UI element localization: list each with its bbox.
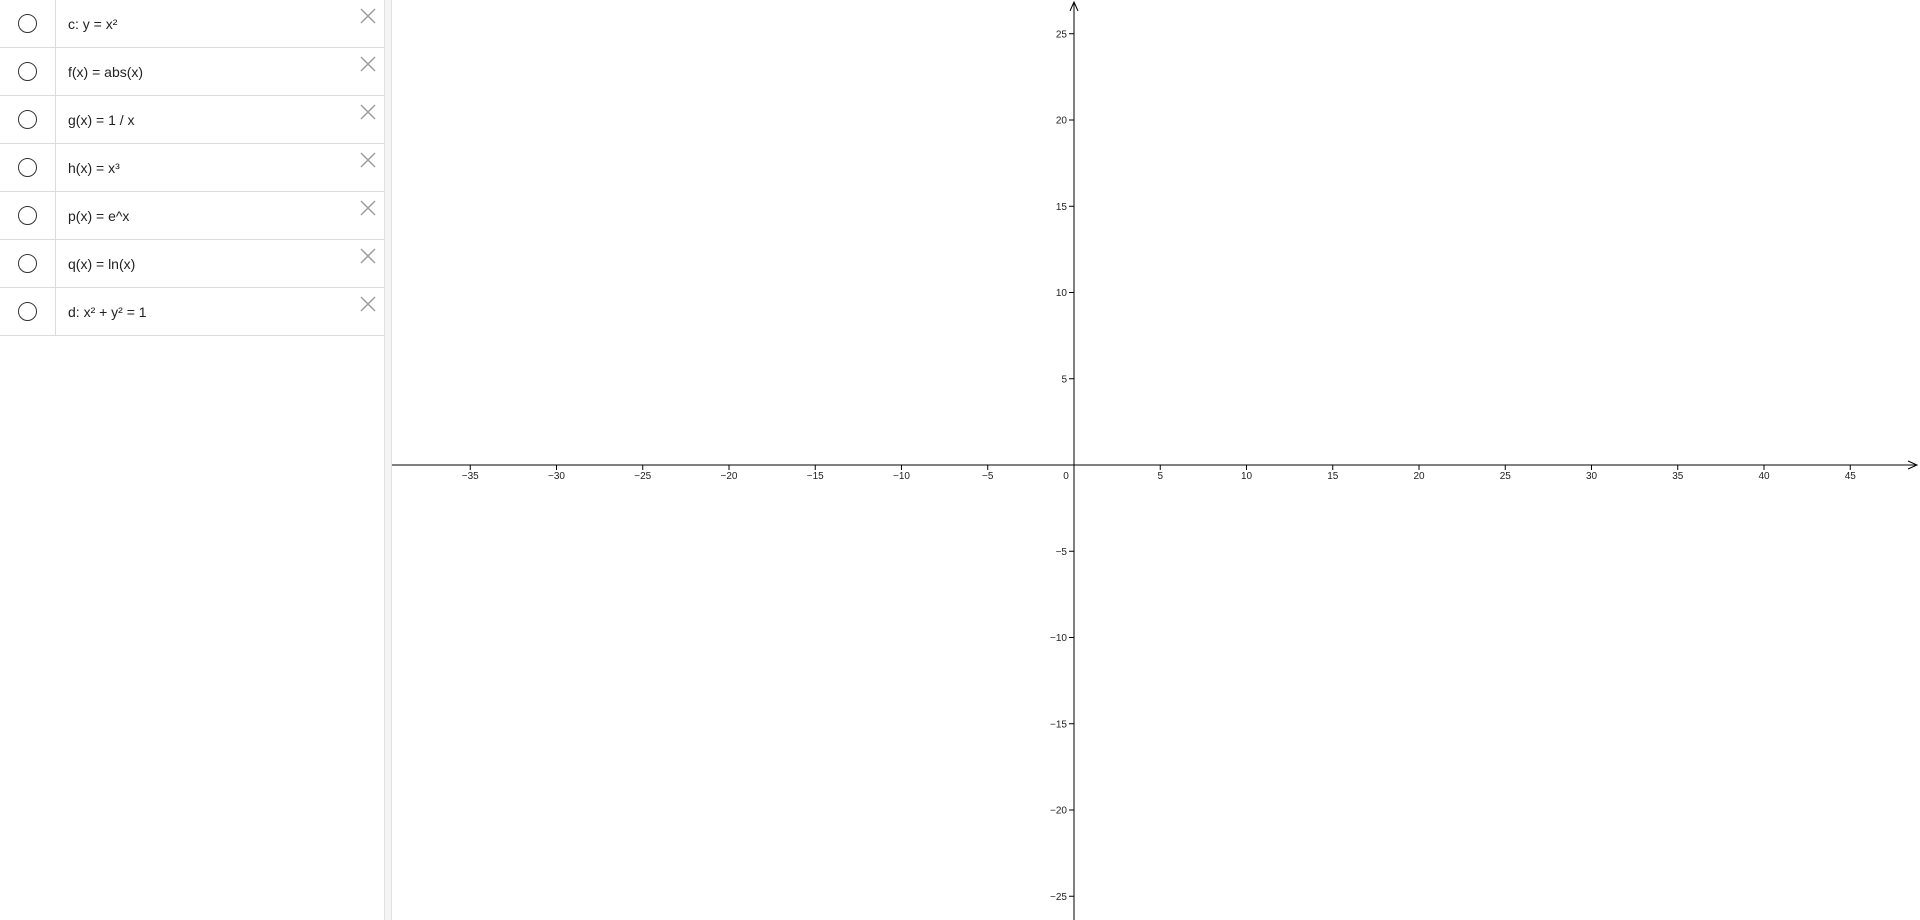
x-tick-label: 5 (1157, 471, 1163, 482)
visibility-toggle-cell (0, 240, 56, 287)
x-tick-label: 15 (1327, 471, 1339, 482)
x-axis-ticks: −35 −30 −25 −20 −15 −10 −5 0 5 10 15 20 25 30 35 40 45 (462, 465, 1856, 482)
expression-c[interactable]: c: y = x² (56, 16, 384, 32)
delete-icon[interactable] (356, 148, 380, 172)
expression-q[interactable]: q(x) = ln(x) (56, 256, 384, 272)
algebra-item-h[interactable]: h(x) = x³ (0, 144, 384, 192)
y-tick-label: 25 (1056, 29, 1068, 40)
delete-icon[interactable] (356, 52, 380, 76)
visibility-toggle-f[interactable] (18, 62, 37, 81)
x-tick-label: −25 (634, 471, 651, 482)
visibility-toggle-q[interactable] (18, 254, 37, 273)
y-tick-label: −25 (1050, 892, 1067, 903)
view-splitter[interactable] (384, 0, 392, 920)
expression-g[interactable]: g(x) = 1 / x (56, 112, 384, 128)
graphics-view[interactable]: −35 −30 −25 −20 −15 −10 −5 0 5 10 15 20 25 30 35 40 45 2… (392, 0, 1920, 920)
x-tick-label: 30 (1586, 471, 1598, 482)
x-tick-label: 35 (1672, 471, 1684, 482)
delete-icon[interactable] (356, 196, 380, 220)
y-tick-label: 10 (1056, 288, 1068, 299)
x-tick-label: 10 (1241, 471, 1253, 482)
visibility-toggle-cell (0, 288, 56, 335)
x-tick-label: 25 (1500, 471, 1512, 482)
x-tick-label: −35 (462, 471, 479, 482)
graphics-canvas[interactable]: −35 −30 −25 −20 −15 −10 −5 0 5 10 15 20 25 30 35 40 45 2… (392, 0, 1920, 920)
delete-icon[interactable] (356, 292, 380, 316)
visibility-toggle-c[interactable] (18, 14, 37, 33)
visibility-toggle-cell (0, 96, 56, 143)
delete-icon[interactable] (356, 244, 380, 268)
y-tick-label: 15 (1056, 202, 1068, 213)
x-tick-label: −10 (893, 471, 910, 482)
visibility-toggle-h[interactable] (18, 158, 37, 177)
y-tick-label: −5 (1056, 547, 1068, 558)
algebra-item-c[interactable]: c: y = x² (0, 0, 384, 48)
expression-f[interactable]: f(x) = abs(x) (56, 64, 384, 80)
visibility-toggle-d[interactable] (18, 302, 37, 321)
delete-icon[interactable] (356, 100, 380, 124)
y-tick-label: 20 (1056, 116, 1068, 127)
y-tick-label: −10 (1050, 633, 1067, 644)
visibility-toggle-cell (0, 48, 56, 95)
x-tick-label: −15 (807, 471, 824, 482)
axes (392, 0, 1919, 920)
algebra-view: c: y = x² f(x) = abs(x) g(x) = 1 / x h(x… (0, 0, 384, 920)
visibility-toggle-g[interactable] (18, 110, 37, 129)
algebra-item-f[interactable]: f(x) = abs(x) (0, 48, 384, 96)
visibility-toggle-cell (0, 0, 56, 47)
y-tick-label: 5 (1061, 374, 1067, 385)
algebra-item-d[interactable]: d: x² + y² = 1 (0, 288, 384, 336)
algebra-item-g[interactable]: g(x) = 1 / x (0, 96, 384, 144)
visibility-toggle-p[interactable] (18, 206, 37, 225)
expression-d[interactable]: d: x² + y² = 1 (56, 304, 384, 320)
x-tick-label: −30 (548, 471, 565, 482)
algebra-item-q[interactable]: q(x) = ln(x) (0, 240, 384, 288)
geogebra-app: c: y = x² f(x) = abs(x) g(x) = 1 / x h(x… (0, 0, 1920, 920)
expression-p[interactable]: p(x) = e^x (56, 208, 384, 224)
visibility-toggle-cell (0, 144, 56, 191)
y-axis-ticks: 25 20 15 10 5 −5 −10 −15 −20 −25 (1050, 29, 1074, 903)
delete-icon[interactable] (356, 4, 380, 28)
x-tick-label: 45 (1845, 471, 1857, 482)
y-tick-label: −20 (1050, 806, 1067, 817)
x-tick-label: 20 (1413, 471, 1425, 482)
x-tick-label: −5 (982, 471, 994, 482)
x-tick-label: 40 (1758, 471, 1770, 482)
expression-h[interactable]: h(x) = x³ (56, 160, 384, 176)
x-tick-label: 0 (1063, 471, 1069, 482)
y-tick-label: −15 (1050, 719, 1067, 730)
algebra-item-p[interactable]: p(x) = e^x (0, 192, 384, 240)
x-tick-label: −20 (721, 471, 738, 482)
visibility-toggle-cell (0, 192, 56, 239)
